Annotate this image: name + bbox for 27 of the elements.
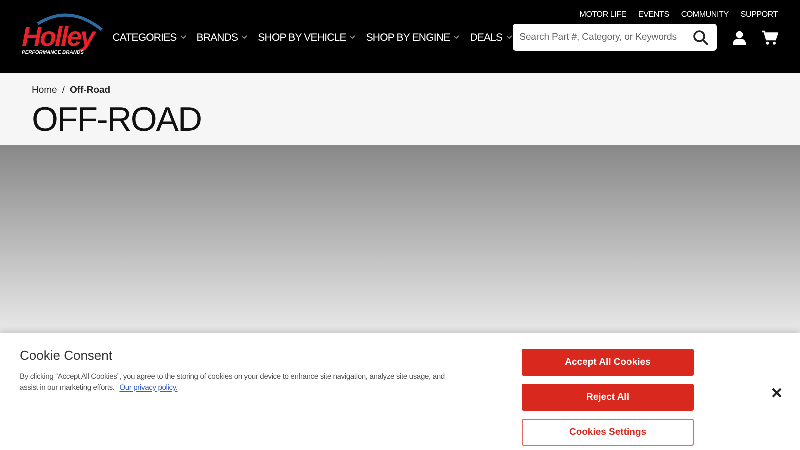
search-field[interactable]: Search Part #, Category, or Keywords <box>512 24 717 51</box>
chevron-down-icon <box>241 35 248 40</box>
utility-link[interactable]: EVENTS <box>638 10 670 19</box>
cookie-button[interactable]: Cookies Settings <box>522 419 694 446</box>
chevron-down-icon <box>506 35 513 40</box>
utility-link[interactable]: SUPPORT <box>740 10 778 19</box>
cart-icon[interactable] <box>762 30 778 46</box>
cookie-button[interactable]: Accept All Cookies <box>522 349 694 376</box>
chevron-down-icon <box>180 35 187 40</box>
cookie-button[interactable]: Reject All <box>522 384 694 411</box>
account-icon[interactable] <box>732 30 746 46</box>
nav-menu-item[interactable]: BRANDS <box>196 32 238 44</box>
breadcrumb-separator: / <box>62 85 65 96</box>
breadcrumb-item: Off-Road <box>70 85 111 96</box>
page-title: OFF-ROAD <box>32 102 203 140</box>
nav-menu-item[interactable]: SHOP BY ENGINE <box>366 32 450 44</box>
logo[interactable]: Holley <box>22 24 94 50</box>
nav-menu-item[interactable]: DEALS <box>470 32 503 44</box>
chevron-down-icon <box>453 35 460 40</box>
search-icon[interactable] <box>692 30 709 46</box>
utility-link[interactable]: COMMUNITY <box>681 10 729 19</box>
cookie-title: Cookie Consent <box>20 348 114 363</box>
nav-menu-item[interactable]: SHOP BY VEHICLE <box>258 32 346 44</box>
breadcrumb-item[interactable]: Home <box>32 85 58 96</box>
utility-link[interactable]: MOTOR LIFE <box>580 10 627 19</box>
nav-menu-item[interactable]: CATEGORIES <box>112 32 177 44</box>
chevron-down-icon <box>349 35 356 40</box>
